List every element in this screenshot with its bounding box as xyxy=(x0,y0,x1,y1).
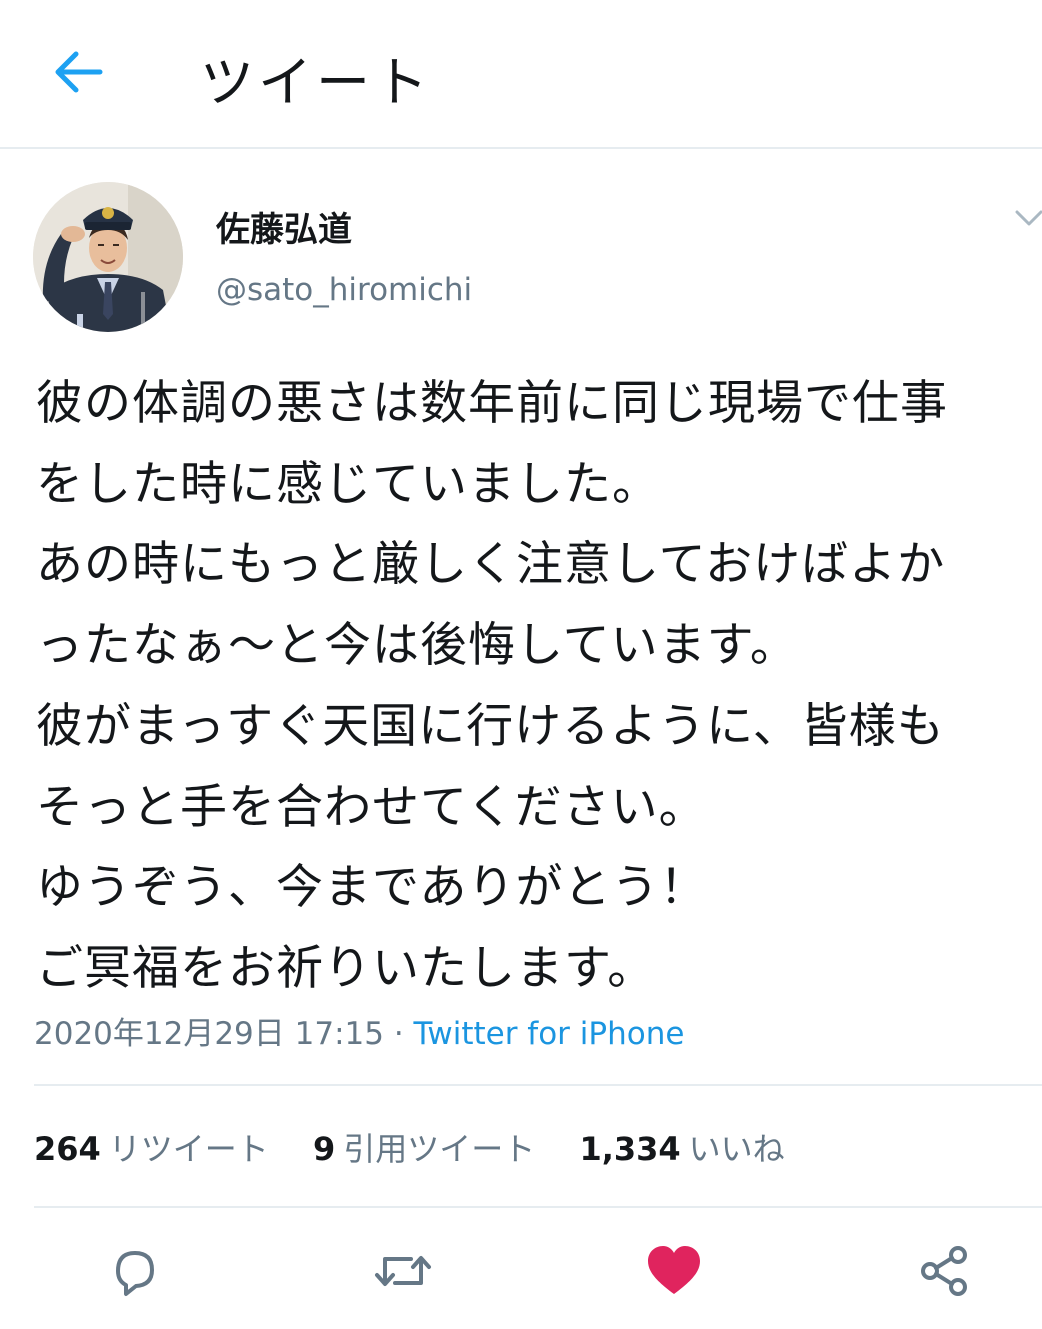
retweets-stat[interactable]: 264 リツイート xyxy=(34,1124,269,1170)
engagement-stats: 264 リツイート 9 引用ツイート 1,334 いいね xyxy=(34,1124,819,1170)
retweets-count: 264 xyxy=(34,1130,101,1168)
tweet-line: をした時に感じていました。 xyxy=(36,456,660,512)
tweet-line: ゆうぞう、今までありがとう！ xyxy=(36,860,708,916)
likes-label: いいね xyxy=(688,1130,785,1168)
tweet-menu-button[interactable] xyxy=(1014,208,1042,238)
quotes-label: 引用ツイート xyxy=(343,1130,536,1168)
tweet-line: 彼の体調の悪さは数年前に同じ現場で仕事 xyxy=(36,376,948,431)
retweets-label: リツイート xyxy=(108,1130,269,1168)
chevron-down-icon xyxy=(1015,210,1042,226)
reply-icon xyxy=(116,1251,154,1296)
tweet-line: ご冥福をお祈りいたします。 xyxy=(36,940,656,996)
retweet-button[interactable] xyxy=(368,1236,438,1306)
action-bar xyxy=(0,1236,1042,1316)
reply-button[interactable] xyxy=(99,1236,169,1306)
tweet-line: あの時にもっと厳しく注意しておけばよか xyxy=(36,537,946,593)
meta-separator: · xyxy=(383,1016,414,1052)
tweet-meta: 2020年12月29日 17:15 · Twitter for iPhone xyxy=(34,1008,684,1053)
heart-icon xyxy=(648,1246,700,1294)
likes-stat[interactable]: 1,334 いいね xyxy=(579,1124,784,1170)
user-handle[interactable]: @sato_hiromichi xyxy=(216,272,472,308)
avatar[interactable] xyxy=(33,182,183,332)
like-button[interactable] xyxy=(639,1236,709,1306)
timestamp[interactable]: 2020年12月29日 17:15 xyxy=(34,1016,384,1052)
tweet-text: 彼の体調の悪さは数年前に同じ現場で仕事 をした時に感じていました。 あの時にもっ… xyxy=(36,364,1026,1010)
display-name[interactable]: 佐藤弘道 xyxy=(216,202,352,251)
tweet-detail-screen: ツイート 佐藤弘道 @sato_hiromichi 彼の体調の悪さは数年前に同じ… xyxy=(0,0,1042,1329)
likes-count: 1,334 xyxy=(579,1130,681,1168)
divider xyxy=(34,1206,1042,1208)
quotes-count: 9 xyxy=(312,1130,336,1168)
avatar-photo xyxy=(33,182,183,332)
tweet-line: そっと手を合わせてください。 xyxy=(36,779,707,835)
quotes-stat[interactable]: 9 引用ツイート xyxy=(313,1124,535,1170)
page-title: ツイート xyxy=(200,51,432,114)
divider xyxy=(34,1084,1042,1086)
back-button[interactable] xyxy=(50,44,106,100)
retweet-icon xyxy=(375,1256,431,1286)
share-icon xyxy=(921,1246,967,1296)
top-bar: ツイート xyxy=(0,0,1042,149)
tweet-line: 彼がまっすぐ天国に行けるように、皆様も xyxy=(36,698,945,754)
arrow-left-icon xyxy=(55,51,103,93)
tweet-line: ったなぁ～と今は後悔しています。 xyxy=(36,618,798,674)
share-button[interactable] xyxy=(909,1236,979,1306)
source-link[interactable]: Twitter for iPhone xyxy=(414,1016,685,1052)
